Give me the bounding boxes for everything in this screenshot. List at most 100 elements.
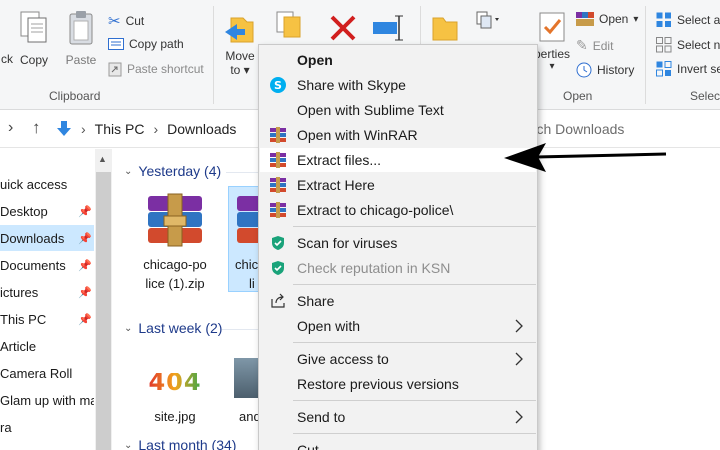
nav-item-camera-roll[interactable]: Camera Roll (0, 360, 94, 386)
menu-item-scan-viruses[interactable]: Scan for viruses (260, 231, 536, 255)
copy-to-icon (276, 11, 301, 38)
move-to-label: Move (225, 49, 255, 63)
nav-item-downloads[interactable]: Downloads 📌 (0, 225, 94, 251)
chevron-down-icon: ⌄ (124, 322, 133, 334)
group-header-last-month[interactable]: ⌄ Last month (34) (124, 437, 236, 450)
menu-item-open-sublime[interactable]: Open with Sublime Text (260, 98, 536, 122)
menu-separator (293, 433, 536, 434)
menu-item-check-reputation[interactable]: Check reputation in KSN (260, 256, 536, 280)
menu-item-label: Scan for viruses (297, 235, 398, 251)
copy-to-button[interactable] (274, 10, 304, 43)
file-name-line2: lice (1).zip (145, 276, 205, 291)
menu-item-send-to[interactable]: Send to (260, 405, 536, 429)
nav-item-label: Documents (0, 257, 66, 273)
menu-item-label: Open with (297, 318, 361, 334)
select-all-button[interactable]: Select al (656, 12, 720, 28)
rename-button[interactable] (372, 14, 406, 45)
up-arrow-icon[interactable]: ↑ (32, 118, 41, 138)
move-to-button[interactable]: Move to ▾ (222, 12, 258, 77)
paste-button[interactable]: Paste (62, 10, 100, 67)
nav-item-glam-up[interactable]: Glam up with ma (0, 387, 94, 413)
nav-item-quick-access[interactable]: uick access (0, 171, 94, 197)
pointer-arrow (504, 143, 667, 172)
nav-item-label: Article (0, 338, 37, 354)
menu-separator (293, 226, 536, 227)
delete-button[interactable] (326, 14, 360, 45)
menu-item-extract-files[interactable]: Extract files... (260, 148, 536, 172)
properties-icon (539, 12, 565, 42)
history-icon (576, 62, 592, 78)
paste-icon (69, 11, 93, 45)
nav-item-desktop[interactable]: Desktop 📌 (0, 198, 94, 224)
file-tile-and[interactable]: and (234, 358, 260, 426)
menu-item-label: Share with Skype (297, 77, 406, 93)
menu-item-extract-here[interactable]: Extract Here (260, 173, 536, 197)
menu-item-extract-to[interactable]: Extract to chicago-police\ (260, 198, 536, 222)
group-header-last-week[interactable]: ⌄ Last week (2) (124, 320, 222, 336)
breadcrumb-downloads[interactable]: Downloads (167, 121, 236, 137)
select-group-label: Selec (690, 89, 720, 103)
address-input[interactable]: › This PC › Downloads (56, 116, 262, 142)
new-item-button[interactable] (474, 10, 502, 33)
select-none-button[interactable]: Select no (656, 37, 720, 53)
scroll-up-icon[interactable]: ▲ (98, 154, 107, 164)
copy-path-button[interactable]: Copy path (108, 37, 184, 51)
menu-item-share[interactable]: Share (260, 289, 536, 313)
menu-item-label: Extract files... (297, 152, 382, 168)
move-to-icon (225, 17, 254, 43)
forward-icon[interactable]: › (8, 119, 13, 137)
menu-item-open-with[interactable]: Open with (260, 314, 536, 338)
nav-item-documents[interactable]: Documents 📌 (0, 252, 94, 278)
menu-item-share-skype[interactable]: S Share with Skype (260, 73, 536, 97)
search-input[interactable]: arch Downloads (520, 116, 720, 142)
cut-button[interactable]: ✂ Cut (108, 12, 144, 30)
copy-button[interactable]: Copy (16, 10, 52, 67)
move-to-label-2: to ▾ (230, 63, 250, 77)
menu-item-give-access[interactable]: Give access to (260, 347, 536, 371)
chevron-right-icon (515, 352, 523, 366)
file-tile-zip[interactable]: chicago-po lice (1).zip (130, 188, 220, 292)
group-divider (226, 172, 258, 173)
pin-icon: 📌 (78, 313, 92, 326)
nav-item-label: uick access (0, 176, 68, 192)
group-header-yesterday[interactable]: ⌄ Yesterday (4) (124, 163, 221, 179)
kaspersky-shield-icon (272, 236, 284, 250)
menu-item-restore-versions[interactable]: Restore previous versions (260, 372, 536, 396)
breadcrumb-this-pc[interactable]: This PC (95, 121, 145, 137)
cut-label: Cut (125, 14, 145, 28)
group-header-label: Last month (34) (138, 437, 237, 450)
nav-scrollbar-thumb[interactable] (96, 172, 111, 450)
menu-item-open-winrar[interactable]: Open with WinRAR (260, 123, 536, 147)
paste-label: Paste (65, 53, 97, 67)
nav-item-ra[interactable]: ra (0, 414, 94, 440)
file-tile-selected[interactable]: chic li (228, 186, 260, 292)
menu-separator (293, 342, 536, 343)
menu-separator (293, 284, 536, 285)
new-item-icon (476, 11, 499, 29)
winrar-icon (270, 152, 286, 168)
copy-path-label: Copy path (129, 37, 184, 51)
invert-selection-button[interactable]: Invert se (656, 61, 720, 77)
nav-item-article[interactable]: Article (0, 333, 94, 359)
edit-button[interactable]: ✎ Edit (576, 37, 613, 54)
open-label: Open (599, 12, 629, 26)
menu-item-cut[interactable]: Cut (260, 438, 536, 450)
select-all-icon (656, 12, 671, 27)
scissors-icon: ✂ (108, 13, 121, 30)
history-button[interactable]: History (576, 62, 634, 78)
clipboard-group-label: Clipboard (49, 89, 101, 103)
group-header-label: Last week (2) (138, 320, 223, 336)
file-name-line1: and (239, 409, 260, 424)
nav-item-this-pc[interactable]: This PC 📌 (0, 306, 94, 332)
menu-item-open[interactable]: Open (260, 48, 536, 72)
open-button[interactable]: Open ▾ (576, 12, 638, 26)
winrar-archive-icon (148, 193, 202, 247)
file-tile-site-jpg[interactable]: 404 site.jpg (130, 360, 220, 426)
back-partial-button[interactable]: ck (0, 52, 14, 66)
new-folder-button[interactable] (430, 14, 460, 45)
file-name-line1: site.jpg (154, 409, 196, 424)
nav-item-pictures[interactable]: ictures 📌 (0, 279, 94, 305)
paste-shortcut-button[interactable]: Paste shortcut (108, 61, 204, 77)
edit-label: Edit (592, 38, 614, 53)
winrar-icon (270, 177, 286, 193)
